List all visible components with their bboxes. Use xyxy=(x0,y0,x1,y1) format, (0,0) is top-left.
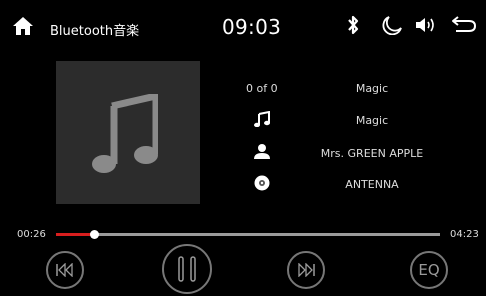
album-name: Magic xyxy=(355,114,389,127)
album-art xyxy=(56,61,200,204)
previous-icon xyxy=(56,263,73,277)
bluetooth-icon xyxy=(346,14,360,40)
home-icon[interactable] xyxy=(12,16,34,40)
track-title: Magic xyxy=(355,82,389,95)
progress-thumb[interactable] xyxy=(90,230,100,239)
clock: 09:03 xyxy=(222,15,282,39)
music-note-icon xyxy=(254,110,270,131)
app-title: Bluetooth音楽 xyxy=(50,24,140,39)
source-name: ANTENNA xyxy=(345,178,399,191)
status-bar: Bluetooth音楽 09:03 xyxy=(0,0,486,58)
moon-icon[interactable] xyxy=(381,15,403,39)
progress-fill xyxy=(56,233,95,236)
music-note-icon xyxy=(92,92,160,178)
track-counter: 0 of 0 xyxy=(246,82,278,95)
time-elapsed: 00:26 xyxy=(17,229,46,240)
back-icon[interactable] xyxy=(451,15,477,37)
next-button[interactable] xyxy=(287,251,325,289)
person-icon xyxy=(254,143,270,163)
eq-label: EQ xyxy=(418,261,440,279)
pause-button[interactable] xyxy=(162,244,212,294)
artist-name: Mrs. GREEN APPLE xyxy=(320,147,424,160)
disc-icon xyxy=(254,175,270,195)
eq-button[interactable]: EQ xyxy=(410,251,448,289)
progress-bar[interactable] xyxy=(56,230,440,239)
time-total: 04:23 xyxy=(450,229,479,240)
pause-icon xyxy=(178,256,196,282)
volume-icon[interactable] xyxy=(415,16,437,38)
next-icon xyxy=(298,263,315,277)
previous-button[interactable] xyxy=(46,251,84,289)
